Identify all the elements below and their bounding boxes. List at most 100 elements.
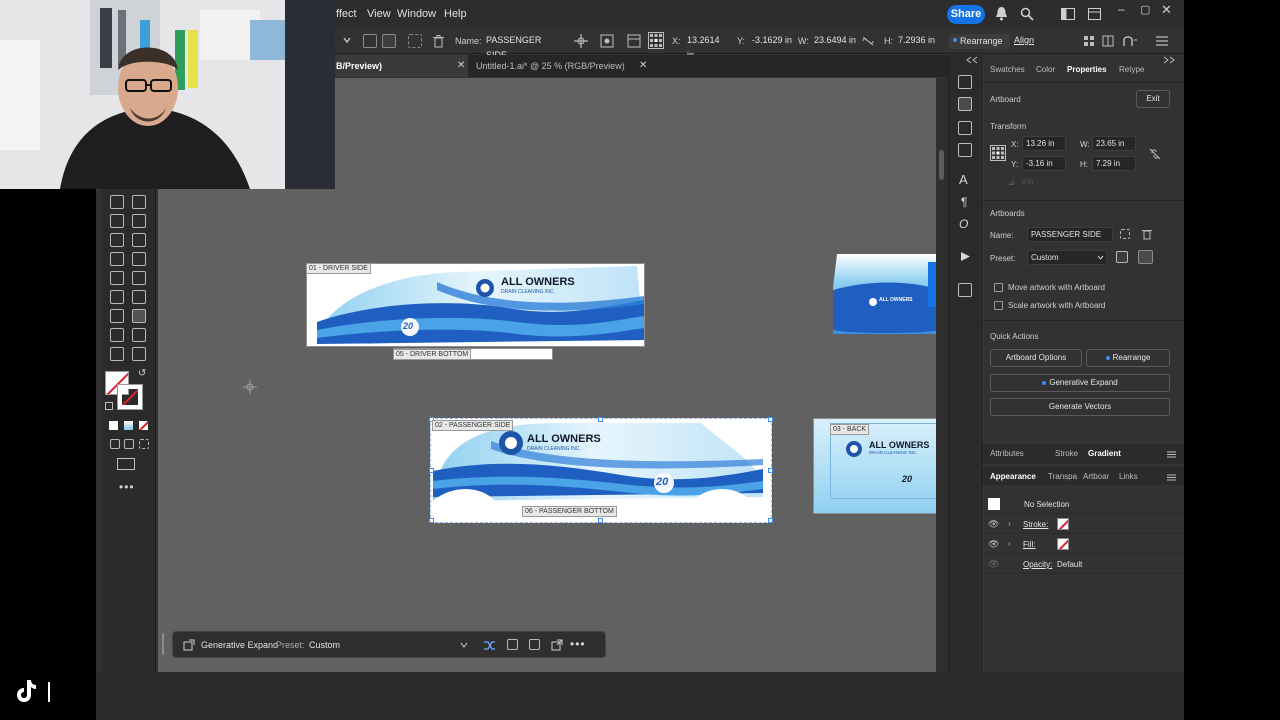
free-transform-tool-icon[interactable] xyxy=(132,214,146,228)
visibility-eye-icon[interactable]: 👁 xyxy=(988,519,999,530)
actions-play-icon[interactable] xyxy=(960,251,971,262)
slice-tool-icon[interactable] xyxy=(110,328,124,342)
bell-icon[interactable] xyxy=(995,6,1008,21)
zoom-tool-icon[interactable] xyxy=(132,347,146,361)
menu-window[interactable]: Window xyxy=(397,8,436,20)
hand-tool-icon[interactable] xyxy=(132,328,146,342)
workspace-icon[interactable] xyxy=(1061,8,1075,20)
panel-menu-icon[interactable] xyxy=(1167,451,1176,458)
rotate-tool-icon[interactable] xyxy=(110,195,124,209)
fill-label[interactable]: Fill: xyxy=(1023,540,1035,549)
transform-x-field[interactable]: 13.26 in xyxy=(1022,136,1066,151)
artboard-tool-icon[interactable] xyxy=(363,34,377,48)
duplicate-icon[interactable] xyxy=(529,639,540,650)
chevron-down-icon[interactable] xyxy=(343,36,351,44)
tab-close-icon[interactable]: ✕ xyxy=(457,60,465,71)
add-artboard-icon[interactable] xyxy=(507,639,518,650)
align-button[interactable]: Align xyxy=(1014,35,1034,45)
gradient-mode-icon[interactable] xyxy=(124,421,133,430)
artboard-label-back[interactable]: 03 - BACK xyxy=(830,424,870,435)
draw-normal-icon[interactable] xyxy=(110,439,120,449)
maximize-icon[interactable]: ▢ xyxy=(1140,3,1150,16)
tab-appearance[interactable]: Appearance xyxy=(990,472,1036,481)
search-icon[interactable] xyxy=(1020,7,1034,21)
artboard-label-passenger-bottom[interactable]: 06 - PASSENGER BOTTOM xyxy=(522,506,617,517)
close-icon[interactable]: ✕ xyxy=(1161,2,1172,18)
tab-artboards[interactable]: Artboar xyxy=(1083,472,1109,481)
generative-expand-button[interactable]: Generative Expand xyxy=(990,374,1170,392)
artboard-name-input[interactable]: PASSENGER SIDE xyxy=(1027,227,1113,242)
x-field[interactable]: 13.2614 in xyxy=(682,32,730,60)
context-generative-expand[interactable]: Generative Expand xyxy=(201,640,278,650)
stroke-label[interactable]: Stroke: xyxy=(1023,520,1048,529)
document-setup-icon[interactable] xyxy=(627,34,641,48)
menu-effect[interactable]: ffect xyxy=(336,8,357,20)
stroke-swatch[interactable] xyxy=(117,384,143,410)
tab-active-document[interactable]: B/Preview) xyxy=(330,55,468,77)
minimize-icon[interactable]: – xyxy=(1118,2,1125,16)
selection-handle[interactable] xyxy=(598,518,603,523)
asset-export-icon[interactable] xyxy=(958,283,972,297)
move-icon[interactable] xyxy=(574,34,588,48)
visibility-eye-icon[interactable]: 👁 xyxy=(988,539,999,550)
libraries-panel-icon[interactable] xyxy=(958,121,972,135)
artboard-name-field[interactable]: PASSENGER SIDE xyxy=(481,32,565,60)
symbol-sprayer-tool-icon[interactable] xyxy=(132,290,146,304)
appearance-row-stroke[interactable]: 👁 › Stroke: xyxy=(982,515,1184,534)
gradient-tool-icon[interactable] xyxy=(132,252,146,266)
link-icon[interactable] xyxy=(862,36,874,46)
collapse-panels-icon[interactable] xyxy=(966,56,978,64)
align-distribute-icon[interactable] xyxy=(1083,35,1095,47)
portrait-orientation-icon[interactable] xyxy=(1116,251,1128,263)
perspective-grid-tool-icon[interactable] xyxy=(132,233,146,247)
context-bar-grip[interactable] xyxy=(162,633,164,655)
scale-tool-icon[interactable] xyxy=(132,195,146,209)
appearance-row-opacity[interactable]: 👁 Opacity: Default xyxy=(982,555,1184,574)
exit-button[interactable]: Exit xyxy=(1136,90,1170,108)
shuffle-icon[interactable] xyxy=(483,639,496,652)
tab-close-icon[interactable]: ✕ xyxy=(639,60,647,71)
export-icon[interactable] xyxy=(551,639,563,651)
selection-handle[interactable] xyxy=(429,518,434,523)
transform-icon[interactable] xyxy=(1102,35,1114,47)
selection-handle[interactable] xyxy=(429,468,434,473)
rearrange-control-button[interactable]: Rearrange xyxy=(949,34,1010,49)
blend-tool-icon[interactable] xyxy=(110,290,124,304)
chevron-right-icon[interactable]: › xyxy=(1008,539,1011,548)
selection-handle[interactable] xyxy=(768,468,773,473)
generative-expand-icon[interactable] xyxy=(183,639,195,651)
artboards-panel-icon[interactable] xyxy=(958,143,972,157)
chevron-right-icon[interactable]: › xyxy=(1008,519,1011,528)
layers-panel-icon[interactable] xyxy=(958,97,972,111)
default-colors-icon[interactable] xyxy=(105,402,113,410)
chevron-down-icon[interactable] xyxy=(460,642,468,648)
stroke-swatch[interactable] xyxy=(1057,518,1069,530)
more-options-icon[interactable]: ••• xyxy=(570,637,586,651)
tab-attributes[interactable]: Attributes xyxy=(990,449,1024,458)
tab-properties[interactable]: Properties xyxy=(1067,65,1107,74)
draw-inside-icon[interactable] xyxy=(139,439,149,449)
measure-tool-icon[interactable] xyxy=(132,271,146,285)
mesh-tool-icon[interactable] xyxy=(110,252,124,266)
generate-vectors-button[interactable]: Generate Vectors xyxy=(990,398,1170,416)
artboard-options-button[interactable]: Artboard Options xyxy=(990,349,1082,367)
tab-stroke[interactable]: Stroke xyxy=(1055,449,1078,458)
tab-color[interactable]: Color xyxy=(1036,65,1055,74)
artboard-label-passenger-side[interactable]: 02 - PASSENGER SIDE xyxy=(432,420,514,431)
artboard-preset-select[interactable]: Custom xyxy=(1027,250,1107,265)
scrollbar-thumb[interactable] xyxy=(939,150,944,180)
paragraph-panel-icon[interactable]: ¶ xyxy=(961,195,967,209)
reference-point-icon[interactable] xyxy=(990,145,1006,161)
new-artboard-icon[interactable] xyxy=(382,34,396,48)
menu-view[interactable]: View xyxy=(367,8,391,20)
rearrange-button[interactable]: Rearrange xyxy=(1086,349,1170,367)
selection-handle[interactable] xyxy=(598,417,603,422)
delete-artboard-icon[interactable] xyxy=(1142,228,1152,240)
artboard-options-icon[interactable] xyxy=(600,34,614,48)
context-preset-value[interactable]: Custom xyxy=(309,640,340,650)
tab-swatches[interactable]: Swatches xyxy=(990,65,1025,74)
landscape-orientation-icon[interactable] xyxy=(1138,250,1153,264)
warp-tool-icon[interactable] xyxy=(110,214,124,228)
reference-point-icon[interactable] xyxy=(648,32,664,49)
tab-untitled-document[interactable]: Untitled-1.ai* @ 25 % (RGB/Preview) xyxy=(470,55,642,77)
